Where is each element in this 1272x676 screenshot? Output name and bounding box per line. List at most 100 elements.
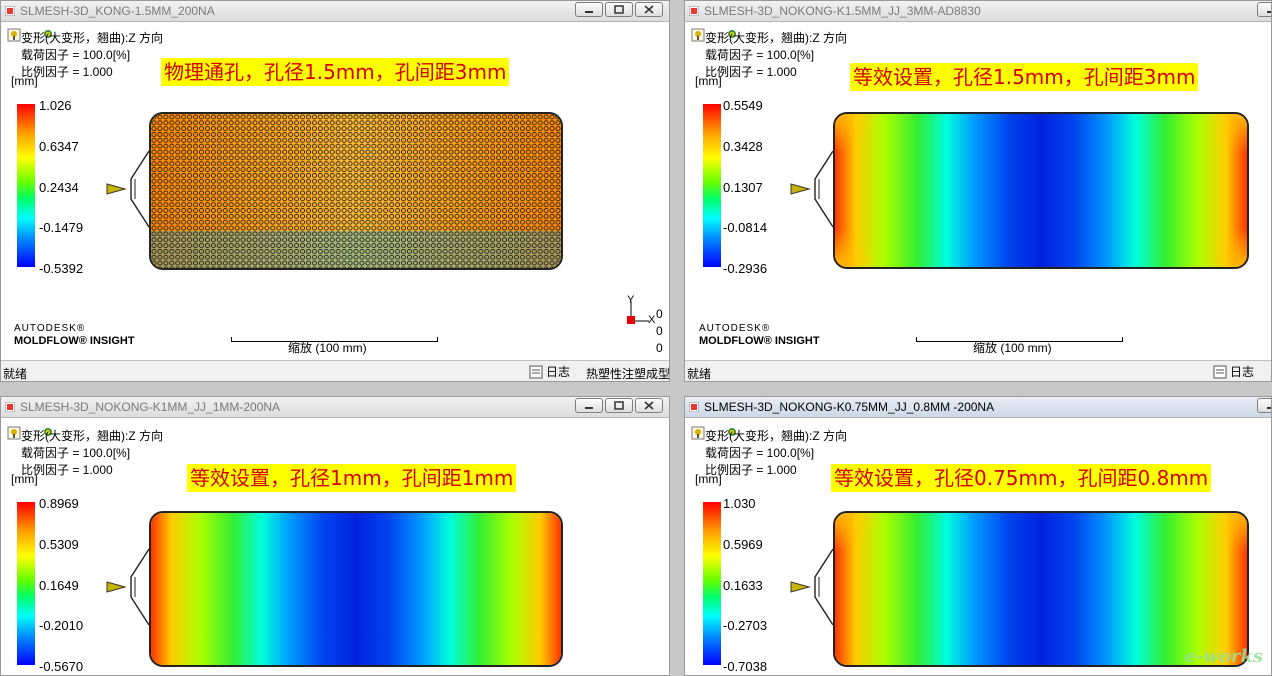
panel-kong-1-5mm: SLMESH-3D_KONG-1.5MM_200NA 变形(大变形，翘曲):Z … bbox=[0, 0, 670, 382]
part-contour-plot[interactable] bbox=[149, 112, 563, 270]
window-titlebar[interactable]: SLMESH-3D_NOKONG-K0.75MM_JJ_0.8MM -200NA bbox=[685, 397, 1271, 418]
log-button[interactable]: 日志 bbox=[529, 363, 570, 380]
close-icon bbox=[644, 5, 654, 14]
scale-tick: 0.1633 bbox=[723, 578, 763, 593]
watermark-logo: e-works bbox=[1184, 646, 1263, 667]
window-title: SLMESH-3D_NOKONG-K1.5MM_JJ_3MM-AD8830 bbox=[704, 4, 981, 18]
window-titlebar[interactable]: SLMESH-3D_NOKONG-K1.5MM_JJ_3MM-AD8830 bbox=[685, 1, 1271, 22]
load-factor: 载荷因子 = 100.0[%] bbox=[21, 446, 131, 460]
unit-label: [mm] bbox=[695, 74, 722, 88]
scale-factor: 比例因子 = 1.000 bbox=[21, 463, 113, 477]
load-factor: 载荷因子 = 100.0[%] bbox=[705, 446, 815, 460]
scale-tick: 0.1649 bbox=[39, 578, 79, 593]
result-icon bbox=[5, 402, 15, 412]
status-ready: 就绪 bbox=[3, 367, 28, 381]
result-icon bbox=[5, 6, 15, 16]
restore-button[interactable] bbox=[605, 2, 633, 17]
scale-tick: 0.5969 bbox=[723, 537, 763, 552]
status-bar: 就绪 日志 热塑性注塑成型 bbox=[1, 360, 669, 381]
panel-nokong-k0-75mm: SLMESH-3D_NOKONG-K0.75MM_JJ_0.8MM -200NA… bbox=[684, 396, 1272, 676]
scale-tick: 0.5549 bbox=[723, 98, 763, 113]
close-icon bbox=[644, 401, 654, 410]
part-contour-plot[interactable] bbox=[149, 511, 563, 667]
result-type: 变形(大变形，翘曲):Z 方向 bbox=[705, 429, 847, 443]
restore-button[interactable] bbox=[605, 398, 633, 413]
color-scale-bar bbox=[703, 104, 721, 267]
pin-icon[interactable] bbox=[691, 426, 705, 440]
autodesk-logo: AUTODESK® bbox=[14, 323, 86, 334]
scale-factor: 比例因子 = 1.000 bbox=[705, 463, 797, 477]
gate-icon bbox=[106, 150, 150, 228]
minimize-button[interactable] bbox=[1257, 2, 1271, 17]
pin-icon[interactable] bbox=[7, 28, 21, 42]
minimize-button[interactable] bbox=[575, 2, 603, 17]
color-scale-bar bbox=[703, 502, 721, 665]
scale-label: 缩放 (100 mm) bbox=[973, 341, 1052, 355]
load-factor: 载荷因子 = 100.0[%] bbox=[21, 48, 131, 62]
panel-nokong-k1mm: SLMESH-3D_NOKONG-K1MM_JJ_1MM-200NA 变形(大变… bbox=[0, 396, 670, 676]
minimize-icon bbox=[1267, 11, 1271, 13]
gate-icon bbox=[106, 548, 150, 626]
log-icon bbox=[1213, 365, 1227, 378]
scale-tick: 0.3428 bbox=[723, 139, 763, 154]
result-icon bbox=[689, 402, 699, 412]
result-legend: 变形(大变形，翘曲):Z 方向 载荷因子 = 100.0[%] 比例因子 = 1… bbox=[705, 30, 847, 81]
gate-icon bbox=[790, 548, 834, 626]
scale-tick: -0.5670 bbox=[39, 659, 84, 674]
window-title: SLMESH-3D_NOKONG-K1MM_JJ_1MM-200NA bbox=[20, 400, 281, 414]
part-contour-plot[interactable] bbox=[833, 112, 1249, 269]
scale-tick: 0.8969 bbox=[39, 496, 79, 511]
color-scale-bar bbox=[17, 502, 35, 665]
result-type: 变形(大变形，翘曲):Z 方向 bbox=[21, 429, 163, 443]
moldflow-logo: MOLDFLOW® INSIGHT bbox=[699, 335, 820, 347]
axis-y-label: Y bbox=[627, 294, 635, 306]
pin-icon[interactable] bbox=[691, 28, 705, 42]
axis-x-label: X bbox=[648, 314, 656, 326]
pin-icon[interactable] bbox=[7, 426, 21, 440]
result-type: 变形(大变形，翘曲):Z 方向 bbox=[705, 31, 847, 45]
unit-label: [mm] bbox=[11, 472, 38, 486]
log-button[interactable]: 日志 bbox=[1213, 363, 1254, 380]
window-title: SLMESH-3D_KONG-1.5MM_200NA bbox=[20, 4, 215, 18]
minimize-icon bbox=[585, 11, 593, 13]
scale-tick: -0.2703 bbox=[723, 618, 768, 633]
minimize-button[interactable] bbox=[575, 398, 603, 413]
close-button[interactable] bbox=[635, 398, 663, 413]
log-icon bbox=[529, 365, 543, 378]
restore-icon bbox=[614, 5, 624, 14]
load-factor: 载荷因子 = 100.0[%] bbox=[705, 48, 815, 62]
scale-tick: 0.2434 bbox=[39, 180, 79, 195]
close-button[interactable] bbox=[635, 2, 663, 17]
moldflow-logo: MOLDFLOW® INSIGHT bbox=[14, 335, 135, 347]
restore-icon bbox=[614, 401, 624, 410]
panel-nokong-k1-5mm: SLMESH-3D_NOKONG-K1.5MM_JJ_3MM-AD8830 变形… bbox=[684, 0, 1272, 382]
part-contour-plot[interactable] bbox=[833, 511, 1249, 667]
scale-tick: -0.2010 bbox=[39, 618, 84, 633]
minimize-icon bbox=[1267, 407, 1271, 409]
window-titlebar[interactable]: SLMESH-3D_NOKONG-K1MM_JJ_1MM-200NA bbox=[1, 397, 669, 418]
status-ready: 就绪 bbox=[687, 367, 712, 381]
log-label: 日志 bbox=[546, 365, 571, 379]
axis-value: 0 bbox=[656, 307, 663, 321]
unit-label: [mm] bbox=[695, 472, 722, 486]
annotation-banner: 等效设置，孔径1mm，孔间距1mm bbox=[187, 464, 517, 492]
minimize-button[interactable] bbox=[1257, 398, 1271, 413]
scale-factor: 比例因子 = 1.000 bbox=[21, 65, 113, 79]
scale-tick: -0.2936 bbox=[723, 261, 768, 276]
axis-triad-icon bbox=[627, 301, 649, 324]
result-icon bbox=[689, 6, 699, 16]
scale-tick: 0.1307 bbox=[723, 180, 763, 195]
color-scale-bar bbox=[17, 104, 35, 267]
scale-tick: -0.0814 bbox=[723, 220, 768, 235]
autodesk-logo: AUTODESK® bbox=[699, 323, 771, 334]
scale-tick: -0.1479 bbox=[39, 220, 84, 235]
minimize-icon bbox=[585, 407, 593, 409]
annotation-banner: 等效设置，孔径0.75mm，孔间距0.8mm bbox=[831, 464, 1212, 492]
unit-label: [mm] bbox=[11, 74, 38, 88]
result-type: 变形(大变形，翘曲):Z 方向 bbox=[21, 31, 163, 45]
window-title: SLMESH-3D_NOKONG-K0.75MM_JJ_0.8MM -200NA bbox=[704, 400, 995, 414]
result-legend: 变形(大变形，翘曲):Z 方向 载荷因子 = 100.0[%] 比例因子 = 1… bbox=[21, 428, 163, 479]
axis-value: 0 bbox=[656, 324, 663, 338]
scale-tick: -0.7038 bbox=[723, 659, 768, 674]
window-titlebar[interactable]: SLMESH-3D_KONG-1.5MM_200NA bbox=[1, 1, 669, 22]
